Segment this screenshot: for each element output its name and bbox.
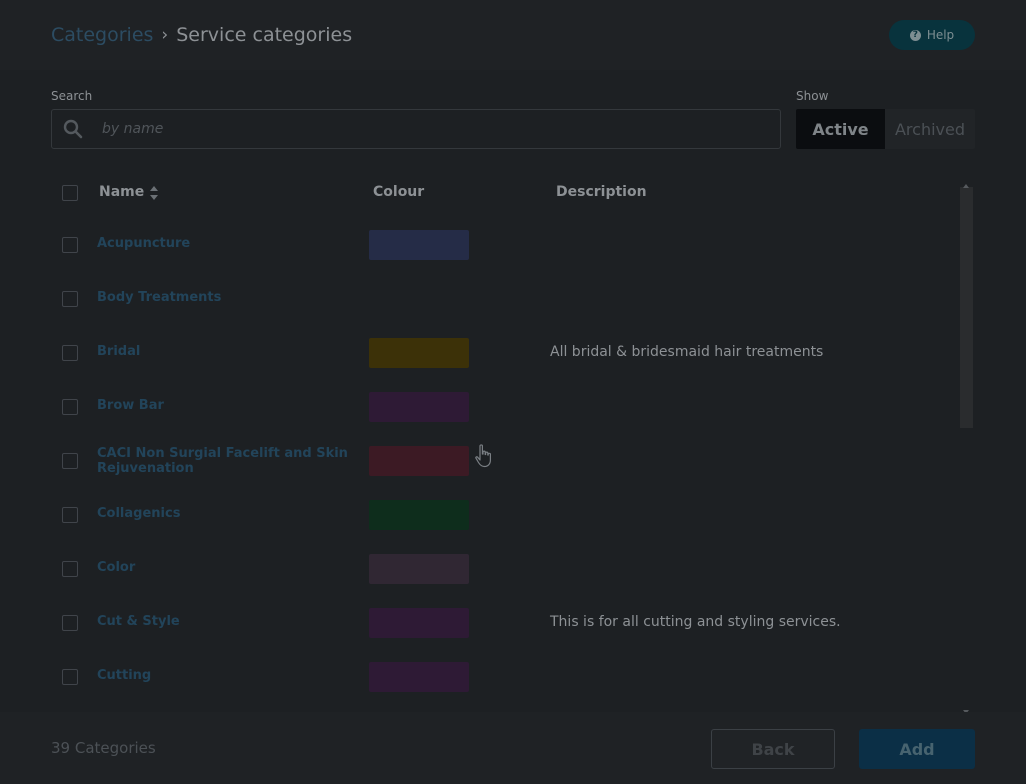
scrollbar-thumb[interactable] xyxy=(960,187,973,428)
category-name-link[interactable]: Body Treatments xyxy=(97,290,359,305)
search-field[interactable] xyxy=(51,109,781,149)
help-label: Help xyxy=(926,28,955,42)
column-header-colour: Colour xyxy=(373,184,425,200)
category-description: This is for all cutting and styling serv… xyxy=(550,614,841,630)
breadcrumb-chevron-icon: › xyxy=(161,25,169,45)
sort-icon[interactable] xyxy=(149,185,159,205)
category-name-link[interactable]: Bridal xyxy=(97,344,359,359)
row-checkbox[interactable] xyxy=(62,399,78,415)
colour-swatch xyxy=(369,230,469,260)
colour-swatch xyxy=(369,392,469,422)
row-checkbox[interactable] xyxy=(62,237,78,253)
page-title: Service categories xyxy=(176,24,353,46)
search-label: Search xyxy=(51,89,93,103)
row-checkbox[interactable] xyxy=(62,345,78,361)
row-checkbox[interactable] xyxy=(62,453,78,469)
category-name-link[interactable]: CACI Non Surgial Facelift and Skin Rejuv… xyxy=(97,446,359,476)
colour-swatch xyxy=(369,608,469,638)
category-name-link[interactable]: Collagenics xyxy=(97,506,359,521)
select-all-checkbox[interactable] xyxy=(62,185,78,201)
category-name-link[interactable]: Color xyxy=(97,560,359,575)
show-active-toggle[interactable]: Active xyxy=(796,109,885,149)
breadcrumb: Categories › Service categories xyxy=(51,22,352,48)
row-checkbox[interactable] xyxy=(62,669,78,685)
category-description: All bridal & bridesmaid hair treatments xyxy=(550,344,824,360)
back-button[interactable]: Back xyxy=(711,729,835,769)
category-count: 39 Categories xyxy=(51,739,156,757)
row-checkbox[interactable] xyxy=(62,615,78,631)
colour-swatch xyxy=(369,446,469,476)
search-input[interactable] xyxy=(102,110,762,148)
category-name-link[interactable]: Acupuncture xyxy=(97,236,359,251)
show-label: Show xyxy=(796,89,829,103)
help-button[interactable]: ? Help xyxy=(889,20,975,50)
column-header-name[interactable]: Name xyxy=(99,184,144,200)
colour-swatch xyxy=(369,554,469,584)
colour-swatch xyxy=(369,662,469,692)
row-checkbox[interactable] xyxy=(62,561,78,577)
column-header-description: Description xyxy=(556,184,647,200)
breadcrumb-categories-link[interactable]: Categories xyxy=(51,24,153,46)
search-icon xyxy=(63,119,83,143)
category-name-link[interactable]: Cutting xyxy=(97,668,359,683)
colour-swatch xyxy=(369,338,469,368)
row-checkbox[interactable] xyxy=(62,291,78,307)
hand-pointer-icon xyxy=(474,443,494,473)
row-checkbox[interactable] xyxy=(62,507,78,523)
category-name-link[interactable]: Brow Bar xyxy=(97,398,359,413)
question-circle-icon: ? xyxy=(909,29,921,41)
show-archived-toggle[interactable]: Archived xyxy=(885,109,975,149)
scroll-up-arrow-icon[interactable] xyxy=(962,174,970,193)
add-button[interactable]: Add xyxy=(859,729,975,769)
category-name-link[interactable]: Cut & Style xyxy=(97,614,359,629)
colour-swatch xyxy=(369,500,469,530)
